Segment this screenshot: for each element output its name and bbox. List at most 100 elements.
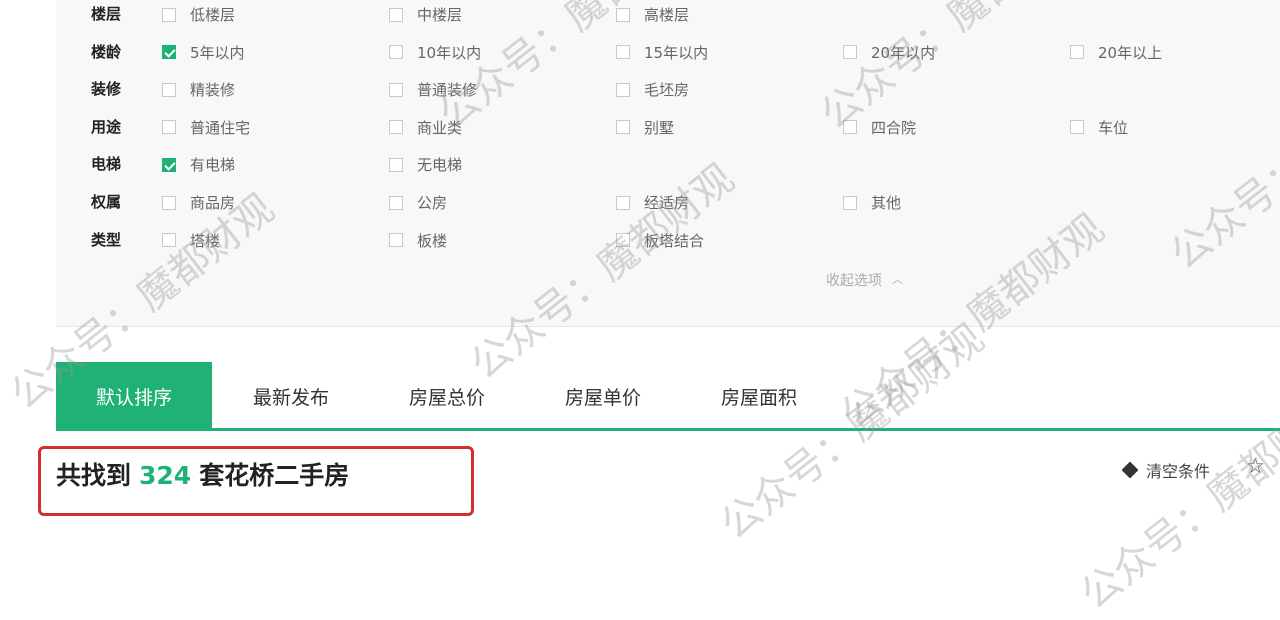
filter-option-label: 无电梯 [417,156,463,175]
filter-option-label: 板楼 [417,231,448,250]
filter-option[interactable]: 车位 [1070,109,1128,146]
result-count: 324 [139,461,192,490]
checkbox[interactable] [843,195,857,210]
filter-option[interactable]: 普通住宅 [162,109,250,146]
filter-option-label: 高楼层 [644,6,690,24]
filter-option[interactable]: 低楼层 [162,0,235,33]
filter-option[interactable]: 精装修 [162,71,235,108]
checkbox[interactable] [162,233,176,248]
eraser-icon [1121,461,1139,479]
filter-option[interactable]: 别墅 [616,109,674,146]
filter-option[interactable]: 普通装修 [389,71,477,108]
checkbox[interactable] [389,233,403,248]
filter-option[interactable]: 5年以内 [162,34,245,71]
filter-option[interactable]: 板塔结合 [616,222,704,259]
checkbox[interactable] [616,82,630,97]
filter-option-label: 其他 [871,194,902,212]
checkbox[interactable] [616,120,630,135]
filter-option[interactable]: 其他 [843,184,901,221]
filter-option-label: 15年以内 [644,43,709,62]
filter-option-label: 四合院 [871,118,917,137]
checkbox[interactable] [389,45,403,60]
clear-filters-button[interactable]: 清空条件 [1121,458,1211,482]
filter-option-label: 别墅 [644,118,675,137]
sort-tab[interactable]: 房屋单价 [525,362,681,428]
filter-option-label: 公房 [417,194,448,212]
filter-option-label: 精装修 [190,81,236,100]
filter-option-label: 中楼层 [417,6,463,24]
filter-option[interactable]: 15年以内 [616,34,708,71]
checkbox[interactable] [843,120,857,135]
collapse-options-button[interactable]: 收起选项 ︿ [826,270,903,290]
filter-option[interactable]: 无电梯 [389,146,462,183]
checkbox[interactable] [1070,45,1084,60]
filter-option-label: 板塔结合 [644,231,705,250]
checkbox[interactable] [843,45,857,60]
filter-option[interactable]: 毛坯房 [616,71,689,108]
filter-option-label: 毛坯房 [644,81,690,100]
checkbox[interactable] [162,195,176,210]
filter-option-label: 商业类 [417,118,463,137]
sort-bar-underline [56,428,1280,431]
sort-tab[interactable]: 房屋面积 [681,362,837,428]
filter-option[interactable]: 20年以上 [1070,34,1162,71]
checkbox[interactable] [162,82,176,97]
filter-option[interactable]: 商业类 [389,109,462,146]
sort-tab[interactable]: 房屋总价 [369,362,525,428]
filter-option-label: 20年以上 [1098,43,1163,62]
filter-option-label: 车位 [1098,118,1129,137]
checkbox[interactable] [389,120,403,135]
result-count-heading: 共找到 324 套花桥二手房 [56,456,349,492]
sort-tab[interactable]: 最新发布 [213,362,369,428]
filter-option[interactable]: 商品房 [162,184,235,221]
filter-row-label: 装修 [91,80,122,99]
filter-option-label: 经适房 [644,194,690,212]
checkbox[interactable] [1070,120,1084,135]
filter-row-label: 电梯 [91,155,122,174]
checkbox[interactable] [616,45,630,60]
filter-option-label: 塔楼 [190,231,221,250]
filter-option[interactable]: 10年以内 [389,34,481,71]
filter-option-label: 低楼层 [190,6,236,24]
filter-option-label: 商品房 [190,194,236,212]
filter-row-label: 用途 [91,117,122,136]
filter-option[interactable]: 20年以内 [843,34,935,71]
filter-panel: 楼层 低楼层 中楼层 高楼层 楼龄 5年以内 10年以内 15年以内 20年以内 20年以上 装修 精… [56,0,1280,327]
sort-tab[interactable]: 默认排序 [56,362,212,428]
filter-option[interactable]: 板楼 [389,222,447,259]
filter-row: 权属 商品房 公房 经适房 其他 [56,184,1280,221]
filter-row-label: 类型 [91,230,122,249]
filter-option[interactable]: 塔楼 [162,222,220,259]
checkbox[interactable] [389,7,403,22]
filter-row: 装修 精装修 普通装修 毛坯房 [56,71,1280,108]
star-icon[interactable]: ☆ [1246,454,1265,478]
filter-option-label: 10年以内 [417,43,482,62]
filter-option-label: 普通装修 [417,81,478,100]
filter-option[interactable]: 四合院 [843,109,916,146]
checkbox[interactable] [162,45,176,60]
result-suffix: 套花桥二手房 [199,461,350,490]
checkbox[interactable] [616,233,630,248]
checkbox[interactable] [389,157,403,172]
clear-filters-label: 清空条件 [1146,462,1211,481]
sort-bar: 默认排序 最新发布 房屋总价 房屋单价 房屋面积 [56,362,1280,432]
filter-row-label: 权属 [91,193,122,211]
checkbox[interactable] [162,7,176,22]
filter-option[interactable]: 中楼层 [389,0,462,33]
checkbox[interactable] [389,82,403,97]
filter-row: 楼龄 5年以内 10年以内 15年以内 20年以内 20年以上 [56,34,1280,71]
filter-row: 电梯 有电梯 无电梯 [56,146,1280,183]
checkbox[interactable] [616,195,630,210]
filter-option[interactable]: 经适房 [616,184,689,221]
checkbox[interactable] [162,120,176,135]
checkbox[interactable] [616,7,630,22]
filter-row-label: 楼层 [91,5,122,23]
filter-option[interactable]: 有电梯 [162,146,235,183]
filter-option[interactable]: 公房 [389,184,447,221]
checkbox[interactable] [389,195,403,210]
checkbox[interactable] [162,157,176,172]
filter-option[interactable]: 高楼层 [616,0,689,33]
chevron-up-icon: ︿ [892,273,903,286]
result-prefix: 共找到 [56,461,132,490]
filter-row: 类型 塔楼 板楼 板塔结合 [56,222,1280,259]
